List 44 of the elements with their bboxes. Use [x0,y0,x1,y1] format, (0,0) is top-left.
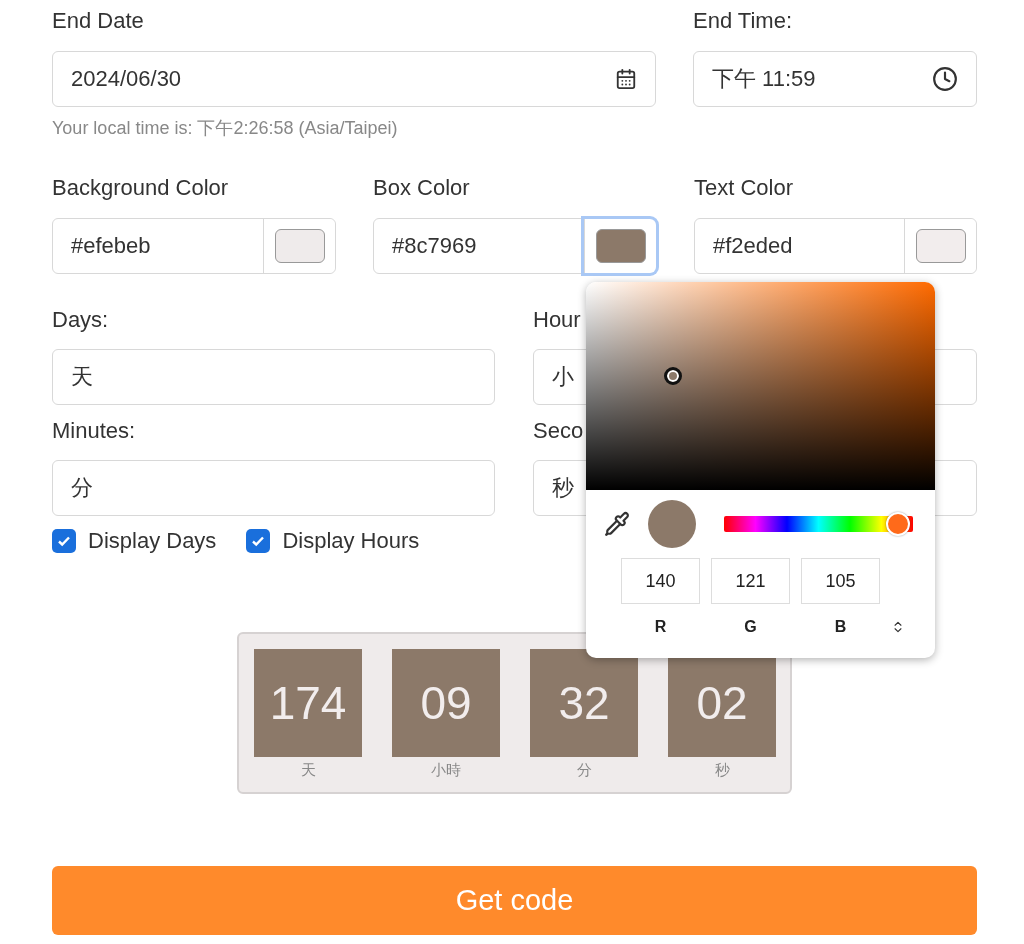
field-label: Seco [533,417,585,445]
channel-input[interactable]: 140 [621,558,700,604]
checkbox[interactable] [246,529,271,553]
field-label: Text Color [694,174,795,202]
channel-label: B [833,618,848,636]
hue-thumb[interactable] [885,512,910,536]
field-label: Minutes: [52,417,137,445]
field-label: End Time: [693,7,794,35]
channel-input[interactable]: 121 [711,558,790,604]
checkbox-label: Display Hours [282,528,420,554]
color-swatch-button[interactable] [263,219,335,273]
countdown-unit-label: 秒 [714,761,730,780]
hint-text: Your local time is: 下午2:26:58 (Asia/Taipei) [52,117,399,140]
field-label: Background Color [52,174,230,202]
hue-slider[interactable] [724,516,913,532]
saturation-area[interactable] [586,282,935,490]
time-field[interactable]: 下午 11:59 [693,51,977,107]
channel-input[interactable]: 105 [801,558,880,604]
date-field[interactable]: 2024/06/30 [52,51,656,107]
field-label: Hour [533,306,582,334]
channel-label: G [743,618,758,636]
field-label: Days: [52,306,110,334]
color-swatch-button[interactable] [904,219,976,273]
calendar-icon[interactable] [615,68,637,90]
text-field[interactable]: 天 [52,349,495,405]
eyedropper-icon[interactable] [604,511,630,537]
countdown-unit-label: 天 [300,761,316,780]
text-field[interactable]: 分 [52,460,495,516]
field-label: Box Color [373,174,471,202]
channel-label: R [653,618,668,636]
checkbox-label: Display Days [88,528,217,554]
hex-input[interactable]: #f2eded [695,219,904,273]
countdown-digit: 09 [392,649,500,757]
countdown-digit: 174 [254,649,362,757]
countdown-unit-label: 分 [576,761,592,780]
countdown-digit: 32 [530,649,638,757]
countdown-unit-label: 小時 [431,761,461,780]
clock-icon[interactable] [932,66,958,92]
hex-input[interactable]: #8c7969 [374,219,584,273]
field-label: End Date [52,7,145,35]
checkbox[interactable] [52,529,76,553]
picker-cursor[interactable] [664,366,683,385]
hex-input[interactable]: #efebeb [53,219,263,273]
color-swatch-button[interactable] [584,219,656,273]
